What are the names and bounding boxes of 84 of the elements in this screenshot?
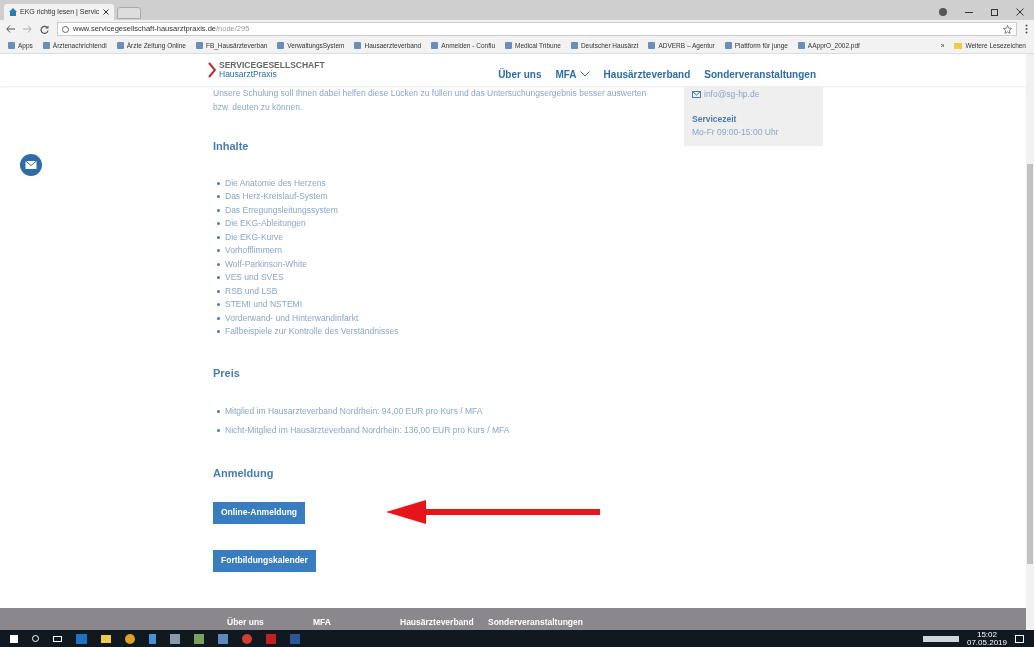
bookmark-icon	[195, 42, 203, 49]
bullet-icon	[217, 276, 220, 280]
app-icon[interactable]	[170, 633, 180, 644]
bullet-icon	[217, 195, 220, 199]
list-item-text: Nicht-Mitglied im Hausärzteverband Nordrhein: 136,00 EUR pro Kurs / MFA	[225, 424, 510, 437]
restore-icon[interactable]	[991, 8, 998, 16]
task-view-icon[interactable]	[53, 635, 62, 642]
house-icon	[9, 8, 17, 16]
bookmark-icon	[42, 42, 50, 49]
bookmark-icon	[431, 42, 439, 49]
list-item-text: STEMI und NSTEMI	[225, 298, 302, 311]
bullet-icon	[217, 330, 220, 334]
section-heading: Inhalte	[213, 139, 250, 154]
footer-link[interactable]: Über uns	[227, 616, 313, 629]
list-item-text: Fallbeispiele zur Kontrolle des Verständnisses	[225, 325, 399, 338]
hours-text: Mo-Fr 09:00-15:00 Uhr	[692, 125, 780, 139]
scrollbar[interactable]	[1026, 54, 1034, 630]
bullet-icon	[217, 289, 220, 293]
close-icon[interactable]	[1016, 8, 1024, 16]
bullet-icon	[217, 429, 220, 432]
app-icon[interactable]	[218, 633, 228, 644]
section-heading: Anmeldung	[213, 466, 275, 481]
bookmark-icon	[797, 42, 805, 49]
reload-icon[interactable]	[40, 24, 49, 34]
nav-link[interactable]: Hausärzteverband	[603, 66, 691, 82]
list-item-text: Vorderwand- und Hinterwandinfarkt	[225, 311, 359, 325]
bullet-icon	[217, 208, 220, 212]
intro-paragraph: Unsere Schulung soll Ihnen dabei helfen diese Lücken zu füllen und das Untersuchungsergebnis besser auswerten bzw. deuten zu können.	[213, 87, 648, 114]
bullet-icon	[217, 249, 220, 253]
list-item-text: RSB und LSB	[225, 284, 278, 298]
hours-heading: Servicezeit	[692, 112, 738, 126]
list-item-text: Die EKG-Ableitungen	[225, 217, 306, 230]
profile-icon[interactable]	[939, 8, 947, 16]
app-icon[interactable]	[194, 633, 204, 644]
notification-icon[interactable]	[1015, 634, 1024, 643]
bookmark-icon	[116, 42, 124, 49]
bookmark-icon	[354, 42, 362, 49]
mail-circle-icon[interactable]	[20, 154, 42, 176]
list-item-text: Das Herz-Kreislauf-System	[225, 190, 328, 203]
folder-icon[interactable]	[101, 634, 111, 643]
action-button[interactable]: Online-Anmeldung	[213, 501, 306, 524]
list-item-text: Mitglied im Hausarzteverband Nordrhein: 94,00 EUR pro Kurs / MFA	[225, 405, 483, 418]
bullet-icon	[217, 222, 220, 226]
logo-chevron-icon	[208, 62, 216, 78]
envelope-icon	[692, 90, 701, 98]
bookmark-icon	[724, 42, 732, 49]
list-item-text: VES und SVES	[225, 271, 284, 284]
list-item-text: Vorhofflimmern	[225, 244, 282, 257]
bullet-icon	[217, 235, 220, 239]
logo-title: SERVICEGESELLSCHAFT	[219, 61, 325, 70]
back-icon[interactable]	[6, 25, 15, 33]
email-text: info@sg-hp.de	[704, 88, 760, 101]
bookmark-icon	[8, 42, 15, 49]
bullet-icon	[217, 262, 220, 266]
bookmark-icon	[505, 42, 513, 49]
footer-link[interactable]: MFA	[313, 616, 400, 629]
list-item-text: Wolf-Parkinson-White	[225, 257, 308, 271]
list-item-text: Die Anatomie des Herzens	[225, 176, 326, 190]
star-icon[interactable]	[1003, 24, 1012, 34]
bullet-icon	[217, 316, 220, 320]
list-item-text: Die EKG-Kurve	[225, 230, 284, 244]
bookmark-icon	[648, 42, 656, 49]
chevron-down-icon	[579, 71, 590, 77]
footer-link[interactable]: Sonderveranstaltungen	[488, 616, 583, 629]
bullet-icon	[217, 181, 220, 185]
windows-start-icon[interactable]	[10, 634, 18, 643]
nav-link[interactable]: MFA	[555, 66, 590, 82]
folder-icon	[954, 42, 963, 49]
minimize-icon[interactable]	[965, 11, 973, 13]
nav-link[interactable]: Über uns	[498, 66, 542, 82]
document-app-icon[interactable]	[149, 633, 156, 644]
bookmark-icon	[277, 42, 285, 49]
bookmark-icon	[570, 42, 578, 49]
nav-link[interactable]: Sonderveranstaltungen	[704, 66, 816, 82]
footer-link[interactable]: Hausärzteverband	[400, 616, 488, 629]
menu-icon[interactable]	[1025, 24, 1028, 34]
logo-subtitle: HausarztPraxis	[219, 70, 278, 79]
section-heading: Preis	[213, 365, 241, 381]
action-button[interactable]: Fortbildungskalender	[213, 549, 316, 572]
bullet-icon	[217, 410, 220, 413]
close-icon[interactable]	[103, 9, 109, 15]
list-item-text: Das Erregungsleitungssystem	[225, 203, 338, 217]
clock-text[interactable]: 15:02 07.05.2019	[966, 630, 1007, 647]
bullet-icon	[217, 303, 220, 307]
